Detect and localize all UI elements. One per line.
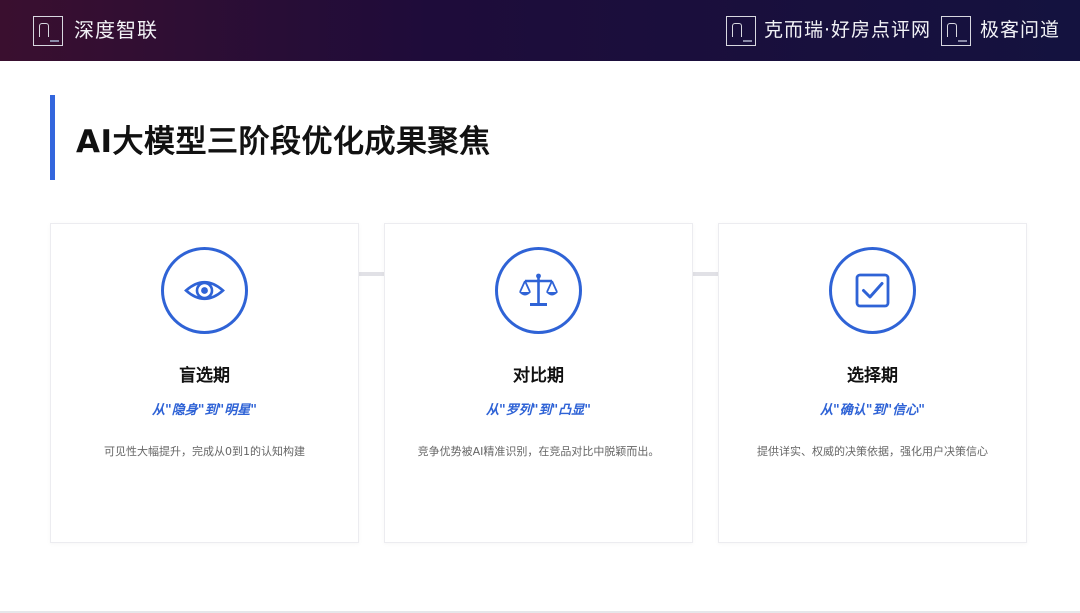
right-brand-name-1: 克而瑞·好房点评网 <box>764 19 932 41</box>
stage-card-decision: 选择期 从"确认"到"信心" 提供详实、权威的决策依据，强化用户决策信心 <box>718 223 1027 543</box>
stage-title: 盲选期 <box>179 366 230 386</box>
stage-title: 选择期 <box>847 366 898 386</box>
left-brand-name: 深度智联 <box>74 18 158 42</box>
brand-logo-icon <box>33 16 63 46</box>
stage-title: 对比期 <box>513 366 564 386</box>
stage-subtitle: 从"隐身"到"明星" <box>151 403 258 418</box>
page-title: AI大模型三阶段优化成果聚焦 <box>76 124 491 160</box>
partner-logo-icon <box>726 16 756 46</box>
stage-description: 提供详实、权威的决策依据，强化用户决策信心 <box>757 445 988 458</box>
eye-icon <box>161 247 248 334</box>
partner-logo-icon-2 <box>941 16 971 46</box>
stage-description: 可见性大幅提升，完成从0到1的认知构建 <box>104 445 305 458</box>
connector-line <box>359 272 384 276</box>
stage-subtitle: 从"确认"到"信心" <box>819 403 926 418</box>
stage-card-blind-selection: 盲选期 从"隐身"到"明星" 可见性大幅提升，完成从0到1的认知构建 <box>50 223 359 543</box>
stage-card-comparison: 对比期 从"罗列"到"凸显" 竞争优势被AI精准识别，在竞品对比中脱颖而出。 <box>384 223 693 543</box>
stage-description: 竞争优势被AI精准识别，在竞品对比中脱颖而出。 <box>417 445 660 458</box>
header-bar: 深度智联 克而瑞·好房点评网 极客问道 <box>0 0 1080 61</box>
stage-subtitle: 从"罗列"到"凸显" <box>485 403 592 418</box>
checkbox-icon <box>829 247 916 334</box>
connector-line <box>693 272 718 276</box>
scale-icon <box>495 247 582 334</box>
right-brand-name-2: 极客问道 <box>980 19 1061 41</box>
title-accent-bar <box>50 95 55 180</box>
